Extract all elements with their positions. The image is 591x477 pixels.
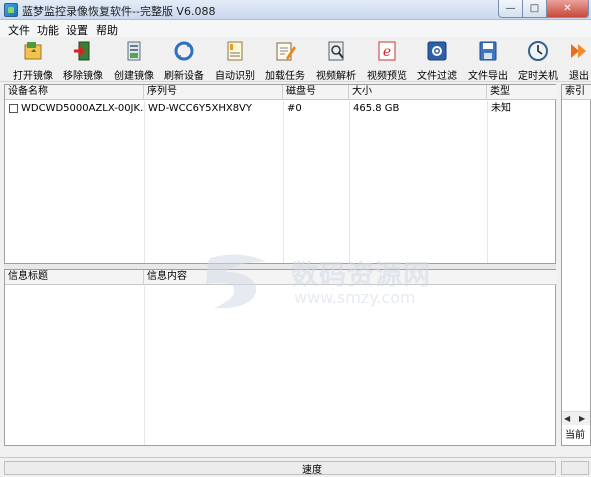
toolbar-label: 退出 (569, 71, 589, 82)
auto-detect-icon (227, 41, 243, 61)
remove-image-icon (74, 41, 90, 61)
scroll-right-icon[interactable]: ▶ (579, 414, 585, 423)
column-header-serial[interactable]: 序列号 (144, 85, 283, 100)
refresh-device-button[interactable]: 刷新设备 (158, 38, 210, 82)
toolbar-label: 刷新设备 (164, 71, 204, 82)
index-panel: 索引 ◀ ▶ 当前 (561, 84, 591, 446)
toolbar-label: 文件导出 (468, 71, 508, 82)
window-title: 蓝梦监控录像恢复软件--完整版 V6.088 (22, 5, 216, 18)
progress-bar (4, 461, 556, 475)
refresh-icon (174, 41, 194, 61)
toolbar-label: 自动识别 (215, 71, 255, 82)
disk-cell: #0 (287, 103, 302, 114)
file-export-button[interactable]: 文件导出 (462, 38, 514, 82)
title-bar: 蓝梦监控录像恢复软件--完整版 V6.088 — □ ✕ (0, 0, 591, 20)
speed-label: 速度 (302, 465, 322, 476)
toolbar-label: 文件过滤 (417, 71, 457, 82)
menu-function[interactable]: 功能 (37, 22, 59, 38)
menu-file[interactable]: 文件 (8, 22, 30, 38)
toolbar-label: 加载任务 (265, 71, 305, 82)
menu-help[interactable]: 帮助 (96, 22, 118, 38)
toolbar-label: 视频解析 (316, 71, 356, 82)
column-header-index[interactable]: 索引 (562, 85, 591, 100)
remove-image-button[interactable]: 移除镜像 (57, 38, 109, 82)
video-preview-button[interactable]: e 视频预览 (361, 38, 413, 82)
device-name-cell: WDCWD5000AZLX-00JK... (21, 103, 143, 114)
status-panel-right (561, 461, 589, 475)
video-parse-icon (328, 41, 344, 61)
load-task-button[interactable]: 加载任务 (259, 38, 311, 82)
device-table: 设备名称 序列号 磁盘号 大小 类型 WDCWD5000AZLX-00JK...… (4, 84, 557, 264)
column-header-device-name[interactable]: 设备名称 (5, 85, 144, 100)
scroll-left-icon[interactable]: ◀ (564, 414, 570, 423)
type-cell: 未知 (491, 103, 511, 114)
column-header-info-title[interactable]: 信息标题 (5, 270, 144, 285)
column-header-info-content[interactable]: 信息内容 (144, 270, 557, 285)
auto-detect-button[interactable]: 自动识别 (209, 38, 261, 82)
file-export-icon (479, 41, 497, 61)
maximize-button[interactable]: □ (523, 0, 547, 18)
menu-bar: 文件 功能 设置 帮助 (0, 20, 591, 37)
file-filter-button[interactable]: 文件过滤 (411, 38, 463, 82)
svg-text:e: e (383, 44, 391, 60)
create-image-icon (127, 41, 141, 61)
column-header-size[interactable]: 大小 (349, 85, 487, 100)
close-button[interactable]: ✕ (547, 0, 589, 18)
column-header-type[interactable]: 类型 (487, 85, 557, 100)
toolbar-label: 创建镜像 (114, 71, 154, 82)
create-image-button[interactable]: 创建镜像 (108, 38, 160, 82)
exit-button[interactable]: 退出 (555, 38, 591, 82)
serial-cell: WD-WCC6Y5XHX8VY (148, 103, 253, 114)
size-cell: 465.8 GB (353, 103, 400, 114)
column-header-disk[interactable]: 磁盘号 (283, 85, 349, 100)
timer-shutdown-icon (528, 41, 548, 61)
video-preview-icon: e (378, 41, 396, 61)
horizontal-scrollbar[interactable]: ◀ ▶ (562, 411, 590, 425)
app-icon (4, 3, 18, 17)
video-parse-button[interactable]: 视频解析 (310, 38, 362, 82)
toolbar: 打开镜像 移除镜像 创建镜像 刷新设备 自动识别 加载任务 视频解析 e 视频预… (0, 37, 591, 82)
menu-settings[interactable]: 设置 (66, 22, 88, 38)
table-row[interactable]: WDCWD5000AZLX-00JK... WD-WCC6Y5XHX8VY #0… (5, 101, 555, 117)
status-bar: 速度 (0, 457, 591, 477)
toolbar-label: 视频预览 (367, 71, 407, 82)
open-image-icon (24, 42, 42, 60)
toolbar-label: 打开镜像 (13, 71, 53, 82)
current-label: 当前 (565, 430, 585, 441)
row-checkbox[interactable] (9, 104, 18, 113)
minimize-button[interactable]: — (498, 0, 523, 18)
toolbar-label: 移除镜像 (63, 71, 103, 82)
exit-icon (571, 44, 586, 58)
load-task-icon (276, 42, 296, 61)
open-image-button[interactable]: 打开镜像 (7, 38, 59, 82)
info-table: 信息标题 信息内容 (4, 269, 557, 446)
file-filter-icon (427, 41, 447, 61)
